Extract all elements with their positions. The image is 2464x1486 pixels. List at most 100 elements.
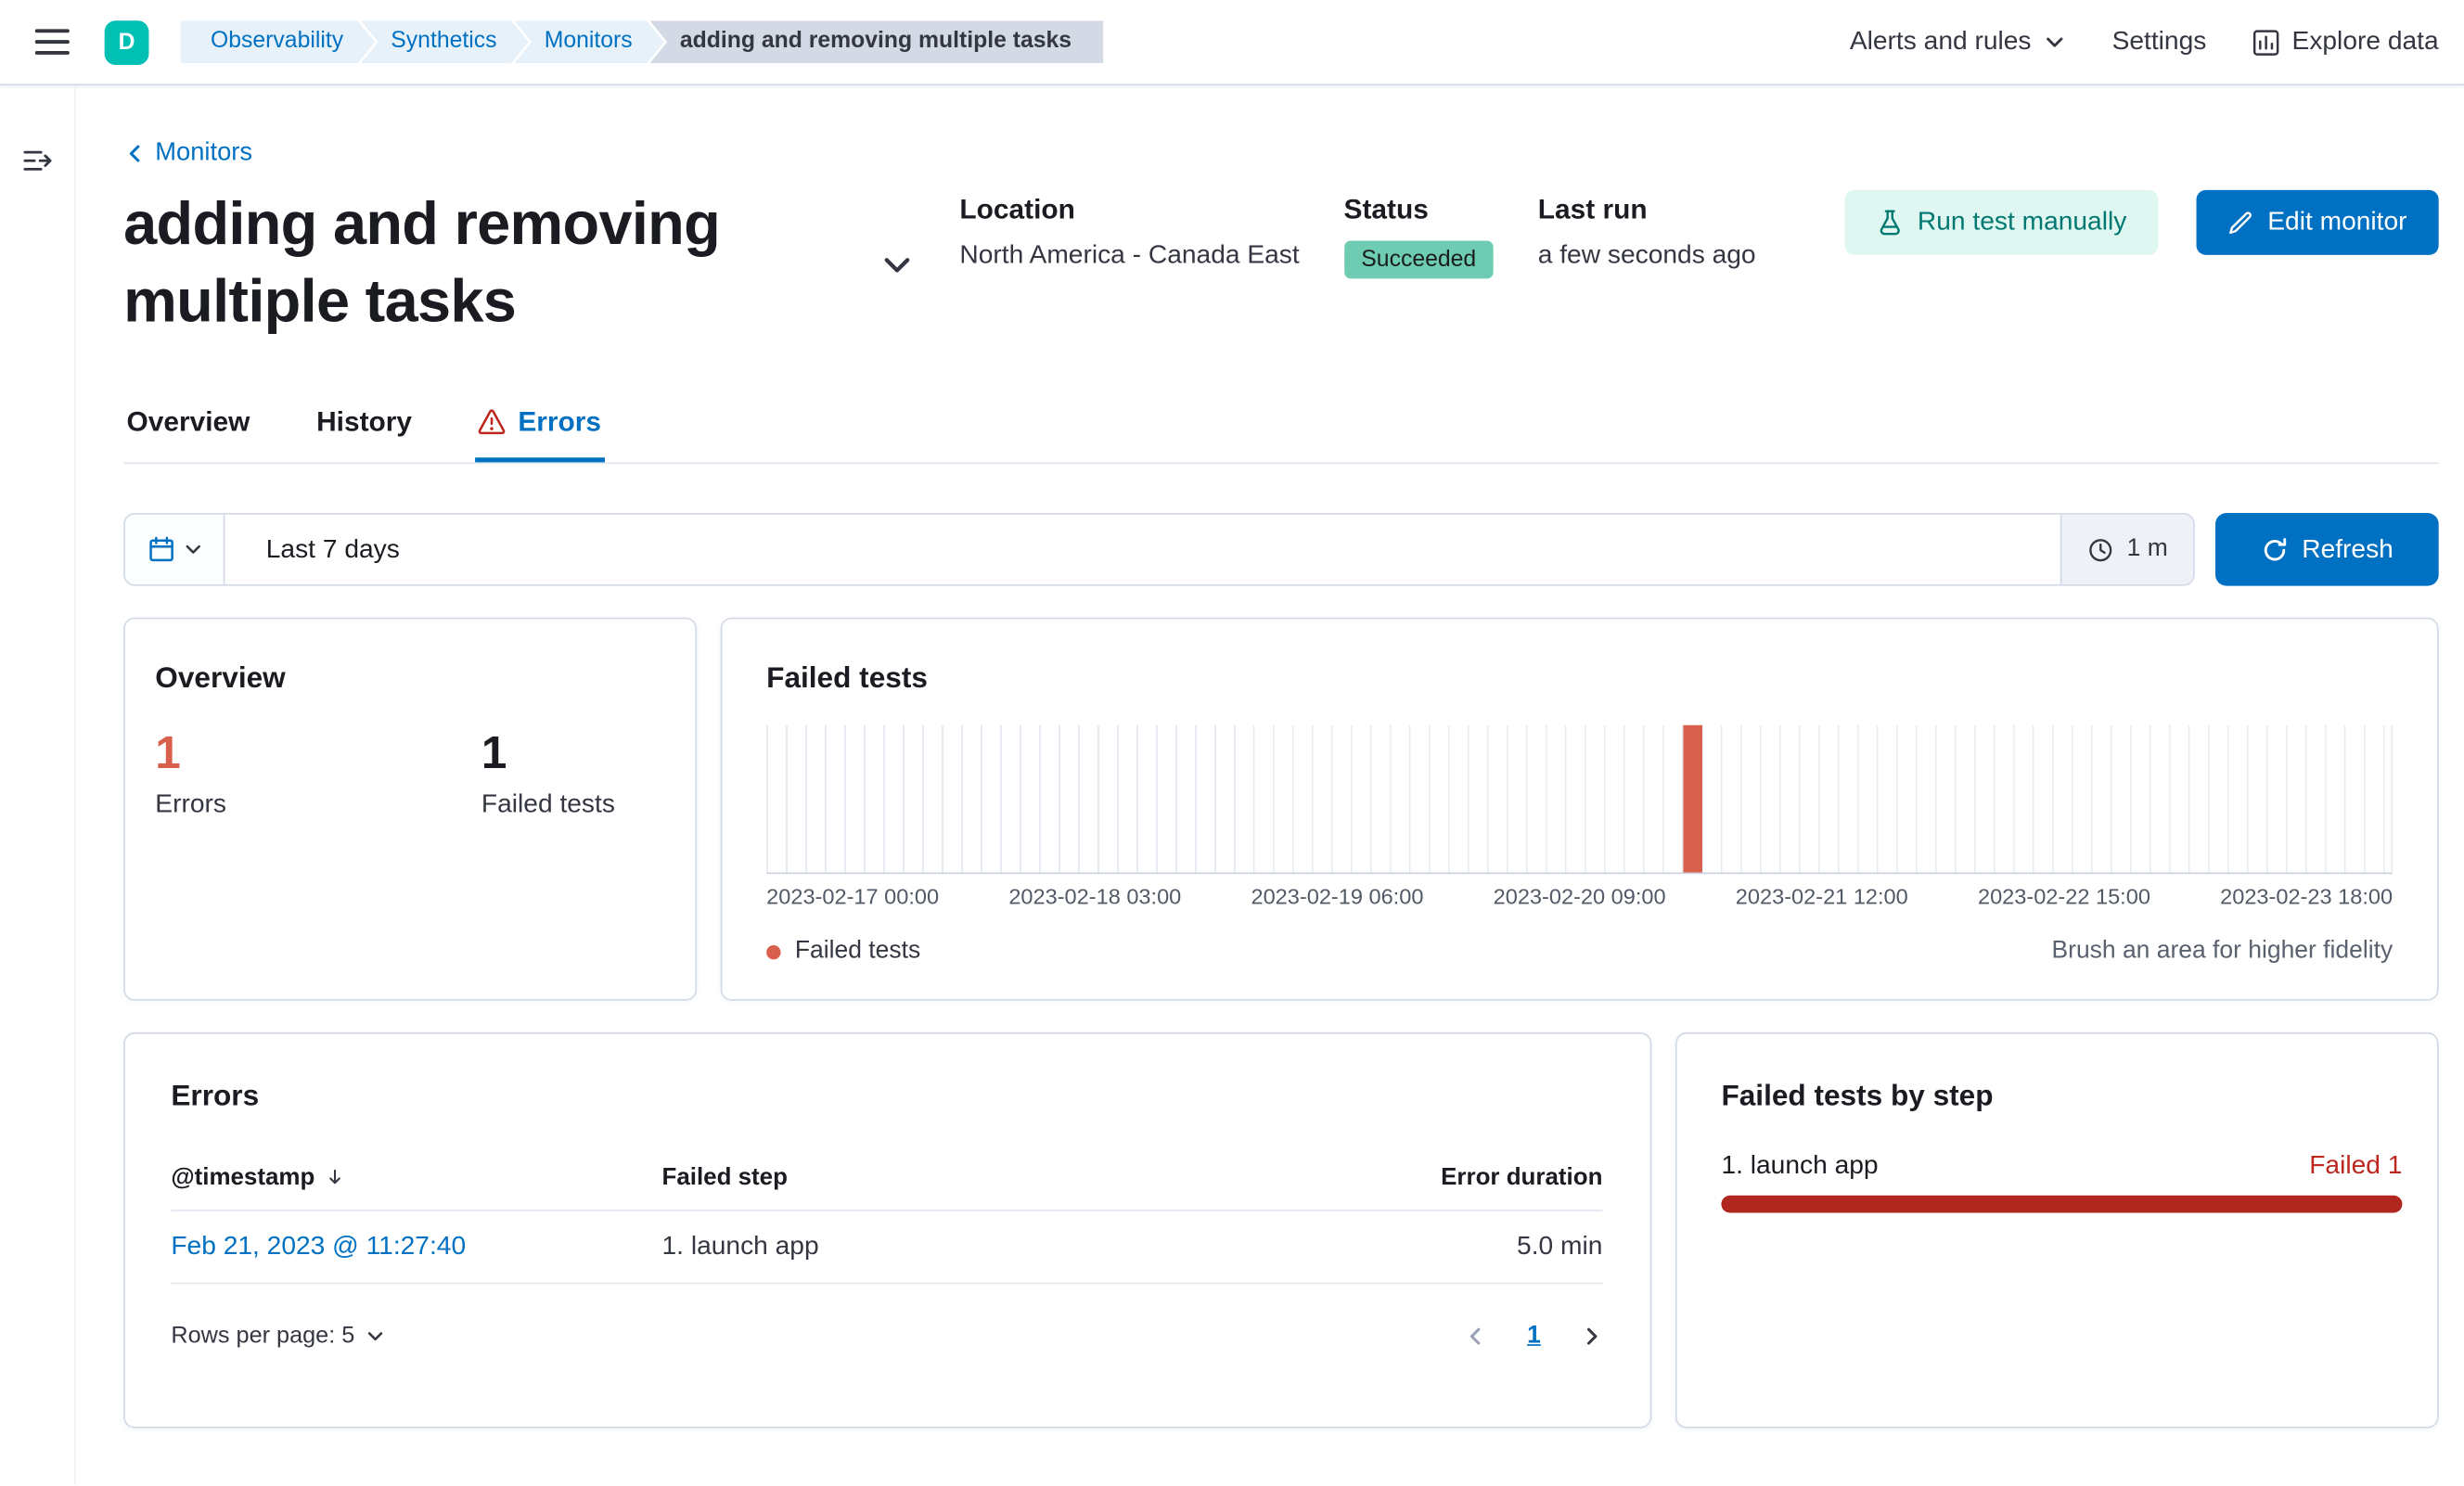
tab-history[interactable]: History <box>314 399 416 462</box>
x-tick: 2023-02-19 06:00 <box>1251 885 1424 909</box>
alerts-and-rules-menu[interactable]: Alerts and rules <box>1850 27 2066 57</box>
tab-errors-label: Errors <box>518 404 602 438</box>
header-actions: Alerts and rules Settings Explore data <box>1850 27 2439 57</box>
chevron-down-icon <box>183 540 201 558</box>
refresh-interval-value: 1 m <box>2126 534 2168 562</box>
explore-data-link[interactable]: Explore data <box>2252 27 2439 57</box>
side-nav-rail <box>0 85 76 1486</box>
legend-label: Failed tests <box>794 937 921 965</box>
breadcrumb-monitors[interactable]: Monitors <box>514 20 663 63</box>
super-date-picker: Last 7 days 1 m <box>123 513 2195 586</box>
app-window: D Observability Synthetics Monitors addi… <box>0 0 2464 1486</box>
sort-desc-icon <box>325 1167 345 1187</box>
location-value: North America - Canada East <box>959 240 1300 270</box>
date-quick-select-button[interactable] <box>124 514 225 584</box>
chevron-left-icon <box>123 143 146 165</box>
failed-test-bar[interactable] <box>1682 724 1702 873</box>
brush-hint-text: Brush an area for higher fidelity <box>2051 937 2393 965</box>
edit-monitor-label: Edit monitor <box>2267 207 2407 237</box>
chevron-down-icon <box>366 1326 384 1345</box>
meta-status: Status Succeeded <box>1343 193 1494 279</box>
overview-stats: 1 Errors 1 Failed tests <box>155 726 663 820</box>
edit-monitor-button[interactable]: Edit monitor <box>2196 189 2439 255</box>
breadcrumb-observability[interactable]: Observability <box>181 20 376 63</box>
step-row: 1. launch app Failed 1 <box>1721 1151 2402 1181</box>
date-range-display[interactable]: Last 7 days <box>225 515 2060 584</box>
monitor-select-chevron-down-icon[interactable] <box>880 248 914 281</box>
errors-table: @timestamp Failed step Error duration Fe… <box>171 1164 1603 1285</box>
step-label: 1. launch app <box>1721 1150 1879 1180</box>
x-tick: 2023-02-23 18:00 <box>2220 885 2393 909</box>
errors-count: 1 <box>155 728 181 779</box>
page-header: adding and removing multiple tasks Locat… <box>123 186 2439 341</box>
x-axis-tick-labels: 2023-02-17 00:00 2023-02-18 03:00 2023-0… <box>766 885 2393 909</box>
tab-errors[interactable]: Errors <box>475 399 604 462</box>
status-badge: Succeeded <box>1343 240 1494 279</box>
errors-stat: 1 Errors <box>155 726 481 820</box>
main-content: Monitors adding and removing multiple ta… <box>76 85 2464 1476</box>
run-test-label: Run test manually <box>1917 207 2127 237</box>
run-test-manually-button[interactable]: Run test manually <box>1844 189 2159 255</box>
errors-count-label: Errors <box>155 789 226 819</box>
rows-per-page-selector[interactable]: Rows per page: 5 <box>171 1324 384 1349</box>
column-failed-step[interactable]: Failed step <box>662 1164 1303 1191</box>
x-tick: 2023-02-18 03:00 <box>1008 885 1182 909</box>
legend-dot <box>766 944 781 959</box>
error-failed-step: 1. launch app <box>661 1231 819 1261</box>
failed-tests-plot-area[interactable] <box>766 724 2393 875</box>
errors-table-footer: Rows per page: 5 1 <box>171 1322 1602 1351</box>
explore-data-icon <box>2252 28 2281 57</box>
chart-legend[interactable]: Failed tests <box>766 938 920 967</box>
error-timestamp-link[interactable]: Feb 21, 2023 @ 11:27:40 <box>171 1232 661 1262</box>
monitor-actions: Run test manually Edit monitor <box>1844 186 2439 255</box>
column-error-duration[interactable]: Error duration <box>1302 1164 1602 1191</box>
table-row: Feb 21, 2023 @ 11:27:40 1. launch app 5.… <box>171 1211 1603 1285</box>
errors-panel: Errors @timestamp Failed step Error dura… <box>123 1031 1652 1428</box>
summary-row: Overview 1 Errors 1 Failed tests Failed … <box>123 617 2439 1001</box>
breadcrumb-current-monitor: adding and removing multiple tasks <box>649 20 1104 64</box>
breadcrumb-synthetics[interactable]: Synthetics <box>361 20 529 63</box>
failed-by-step-title: Failed tests by step <box>1721 1078 1994 1112</box>
page-number-1[interactable]: 1 <box>1527 1322 1541 1351</box>
pagination: 1 <box>1466 1322 1603 1351</box>
back-to-monitors-link[interactable]: Monitors <box>123 139 252 168</box>
step-failure-bar <box>1721 1195 2403 1213</box>
overview-panel-title: Overview <box>155 660 286 694</box>
errors-table-header: @timestamp Failed step Error duration <box>171 1164 1603 1211</box>
settings-link[interactable]: Settings <box>2112 27 2207 57</box>
column-timestamp[interactable]: @timestamp <box>171 1164 661 1191</box>
explore-data-label: Explore data <box>2291 27 2439 56</box>
space-avatar[interactable]: D <box>104 19 149 65</box>
next-page-button[interactable] <box>1581 1326 1603 1348</box>
x-tick: 2023-02-21 12:00 <box>1735 885 1908 909</box>
expand-nav-icon[interactable] <box>22 146 52 175</box>
details-row: Errors @timestamp Failed step Error dura… <box>123 1031 2439 1428</box>
breadcrumb: Observability Synthetics Monitors adding… <box>181 20 1104 64</box>
rows-per-page-label: Rows per page: 5 <box>171 1324 355 1350</box>
refresh-button[interactable]: Refresh <box>2215 513 2439 586</box>
previous-page-button[interactable] <box>1466 1326 1488 1348</box>
status-label: Status <box>1343 193 1429 225</box>
time-filter-bar: Last 7 days 1 m Refresh <box>123 513 2439 586</box>
failed-tests-by-step-panel: Failed tests by step 1. launch app Faile… <box>1675 1031 2439 1428</box>
refresh-button-label: Refresh <box>2302 534 2393 563</box>
top-header-bar: D Observability Synthetics Monitors addi… <box>0 0 2464 86</box>
location-label: Location <box>959 193 1075 225</box>
auto-refresh-interval[interactable]: 1 m <box>2060 514 2194 584</box>
flask-icon <box>1877 209 1904 236</box>
alerts-and-rules-label: Alerts and rules <box>1849 27 2032 56</box>
x-tick: 2023-02-17 00:00 <box>766 885 940 909</box>
menu-icon[interactable] <box>34 27 71 57</box>
x-tick: 2023-02-22 15:00 <box>1977 885 2150 909</box>
title-wrap: adding and removing multiple tasks <box>123 186 918 341</box>
step-item: 1. launch app Failed 1 <box>1721 1151 2403 1213</box>
x-tick: 2023-02-20 09:00 <box>1493 885 1666 909</box>
monitor-meta: Location North America - Canada East Sta… <box>959 186 1756 279</box>
failed-tests-panel-title: Failed tests <box>766 660 928 694</box>
calendar-icon <box>147 535 175 564</box>
refresh-icon <box>2261 536 2288 563</box>
error-duration: 5.0 min <box>1517 1231 1603 1261</box>
tab-overview[interactable]: Overview <box>123 399 253 462</box>
chart-footer: Failed tests Brush an area for higher fi… <box>766 938 2393 967</box>
monitor-tabs: Overview History Errors <box>123 399 2439 465</box>
